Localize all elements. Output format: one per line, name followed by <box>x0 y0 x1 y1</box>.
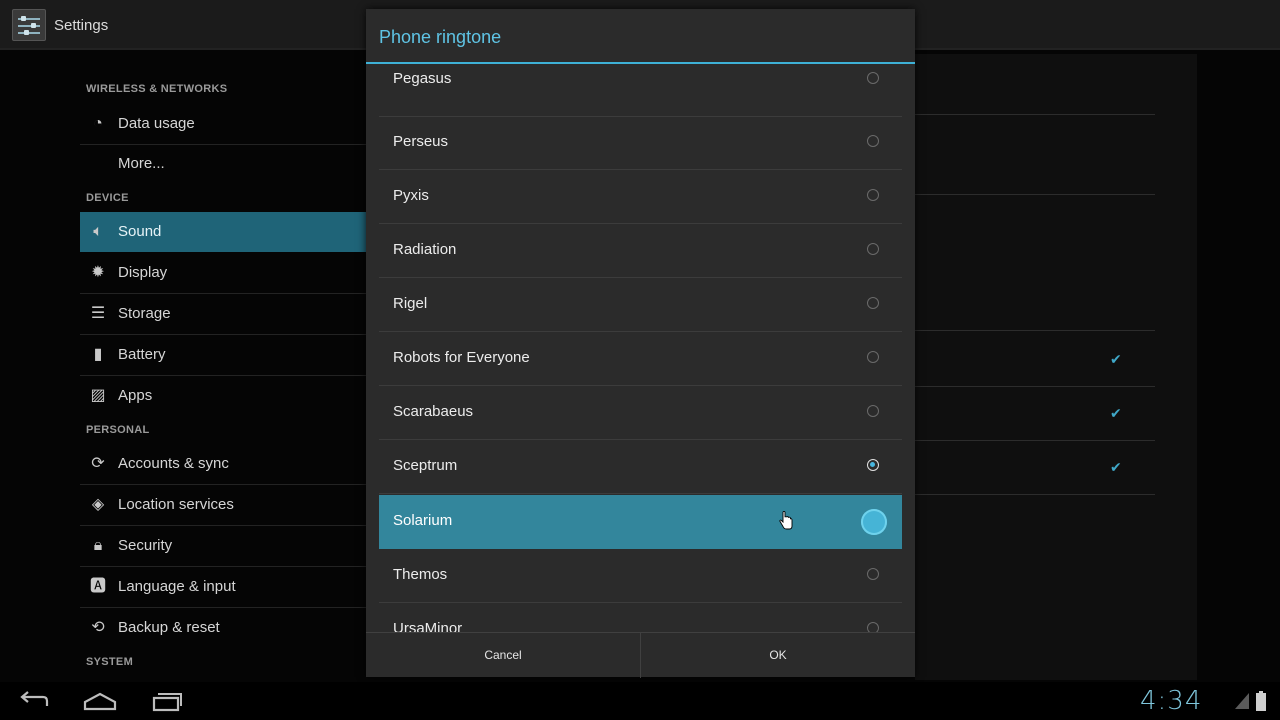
radio-button[interactable] <box>867 72 879 84</box>
section-header-personal: PERSONAL <box>86 424 150 436</box>
divider <box>915 440 1155 441</box>
divider <box>915 494 1155 495</box>
backup-icon: ⟲ <box>91 619 105 636</box>
option-label: Scarabaeus <box>393 403 474 420</box>
ringtone-list[interactable]: Pegasus Perseus Pyxis Radiation Rigel Ro… <box>379 64 902 632</box>
sidebar-item-label: Security <box>118 537 173 554</box>
sidebar-item-more[interactable]: More... <box>80 144 370 184</box>
sidebar-item-backup[interactable]: ⟲ Backup & reset <box>80 608 370 648</box>
sidebar-item-label: Data usage <box>118 115 195 132</box>
sync-icon: ⟳ <box>91 455 105 472</box>
home-icon[interactable] <box>83 690 117 712</box>
option-label: UrsaMinor <box>393 620 463 632</box>
sound-settings-pane: ✔ ✔ ✔ <box>915 54 1197 680</box>
radio-button[interactable] <box>867 243 879 255</box>
radio-button[interactable] <box>867 189 879 201</box>
ringtone-option-solarium[interactable]: Solarium <box>379 495 902 549</box>
radio-button-selected[interactable] <box>867 459 879 471</box>
option-label: Sceptrum <box>393 457 458 474</box>
checkbox-checked-icon[interactable]: ✔ <box>1110 352 1124 366</box>
radio-button[interactable] <box>861 509 887 535</box>
sidebar-item-label: Location services <box>118 496 234 513</box>
sidebar-item-battery[interactable]: ▮ Battery <box>80 335 370 375</box>
ringtone-option-themos[interactable]: Themos <box>379 549 902 603</box>
dialog-title: Phone ringtone <box>379 27 502 47</box>
section-header-wireless: WIRELESS & NETWORKS <box>86 83 228 95</box>
data-usage-icon: ◔ <box>93 115 103 132</box>
option-label: Perseus <box>393 133 449 150</box>
ringtone-option-sceptrum[interactable]: Sceptrum <box>379 440 902 494</box>
option-label: Solarium <box>393 512 453 529</box>
sidebar-item-apps[interactable]: ▨ Apps <box>80 376 370 416</box>
battery-icon: ▮ <box>93 346 103 363</box>
settings-sidebar: WIRELESS & NETWORKS ◔ Data usage More...… <box>80 50 370 682</box>
option-label: Pegasus <box>393 70 452 87</box>
section-header-device: DEVICE <box>86 192 129 204</box>
recent-apps-icon[interactable] <box>150 690 184 712</box>
sidebar-item-label: Sound <box>118 223 162 240</box>
checkbox-checked-icon[interactable]: ✔ <box>1110 406 1124 420</box>
radio-button[interactable] <box>867 405 879 417</box>
battery-status-icon <box>1256 691 1266 711</box>
brightness-icon: ✹ <box>91 264 105 281</box>
sidebar-item-label: Apps <box>118 387 153 404</box>
radio-button[interactable] <box>867 351 879 363</box>
signal-icon <box>1235 693 1249 709</box>
lock-icon: 🔒︎ <box>93 537 103 554</box>
system-bar: 4:34 <box>0 682 1280 720</box>
option-label: Themos <box>393 566 448 583</box>
sidebar-item-display[interactable]: ✹ Display <box>80 253 370 293</box>
sidebar-item-data-usage[interactable]: ◔ Data usage <box>80 104 370 144</box>
sidebar-item-label: Storage <box>118 305 171 322</box>
ringtone-option-ursaminor[interactable]: UrsaMinor <box>379 603 902 632</box>
ringtone-option-perseus[interactable]: Perseus <box>379 116 902 170</box>
ringtone-option-radiation[interactable]: Radiation <box>379 224 902 278</box>
sidebar-item-accounts[interactable]: ⟳ Accounts & sync <box>80 444 370 484</box>
radio-button[interactable] <box>867 135 879 147</box>
sidebar-item-storage[interactable]: ☰ Storage <box>80 294 370 334</box>
ringtone-option-robots-for-everyone[interactable]: Robots for Everyone <box>379 332 902 386</box>
clock[interactable]: 4:34 <box>1140 686 1202 716</box>
option-label: Rigel <box>393 295 428 312</box>
ok-button[interactable]: OK <box>641 633 915 678</box>
radio-button[interactable] <box>867 622 879 632</box>
sidebar-item-label: Backup & reset <box>118 619 220 636</box>
apps-icon: ▨ <box>90 387 106 404</box>
ringtone-option-scarabaeus[interactable]: Scarabaeus <box>379 386 902 440</box>
sidebar-item-label: Language & input <box>118 578 236 595</box>
sidebar-item-language[interactable]: 🅰︎ Language & input <box>80 567 370 607</box>
radio-button[interactable] <box>867 568 879 580</box>
storage-icon: ☰ <box>90 305 106 322</box>
checkbox-checked-icon[interactable]: ✔ <box>1110 460 1124 474</box>
sidebar-item-security[interactable]: 🔒︎ Security <box>80 526 370 566</box>
sidebar-item-sound[interactable]: 🔈︎ Sound <box>80 212 370 252</box>
language-icon: 🅰︎ <box>89 578 106 595</box>
sidebar-item-label: Accounts & sync <box>118 455 229 472</box>
option-label: Pyxis <box>393 187 429 204</box>
sidebar-item-location[interactable]: ◈ Location services <box>80 485 370 525</box>
location-icon: ◈ <box>91 496 105 513</box>
section-header-system: SYSTEM <box>86 656 134 668</box>
divider <box>915 330 1155 331</box>
sidebar-item-label: More... <box>118 155 165 172</box>
dialog-button-bar: Cancel OK <box>366 632 915 678</box>
ringtone-option-pyxis[interactable]: Pyxis <box>379 170 902 224</box>
back-icon[interactable] <box>17 690 51 712</box>
sidebar-item-label: Display <box>118 264 168 281</box>
app-title: Settings <box>54 17 109 34</box>
divider <box>915 114 1155 115</box>
cancel-button[interactable]: Cancel <box>366 633 640 678</box>
sidebar-item-label: Battery <box>118 346 166 363</box>
settings-icon[interactable] <box>12 9 46 41</box>
divider <box>915 194 1155 195</box>
option-label: Robots for Everyone <box>393 349 530 366</box>
radio-button[interactable] <box>867 297 879 309</box>
divider <box>915 386 1155 387</box>
ringtone-dialog: Phone ringtone Pegasus Perseus Pyxis Rad… <box>366 9 915 678</box>
option-label: Radiation <box>393 241 457 258</box>
speaker-icon: 🔈︎ <box>93 223 103 240</box>
hand-cursor-icon <box>779 511 793 530</box>
ringtone-option-rigel[interactable]: Rigel <box>379 278 902 332</box>
ringtone-option-pegasus[interactable]: Pegasus <box>379 64 902 117</box>
